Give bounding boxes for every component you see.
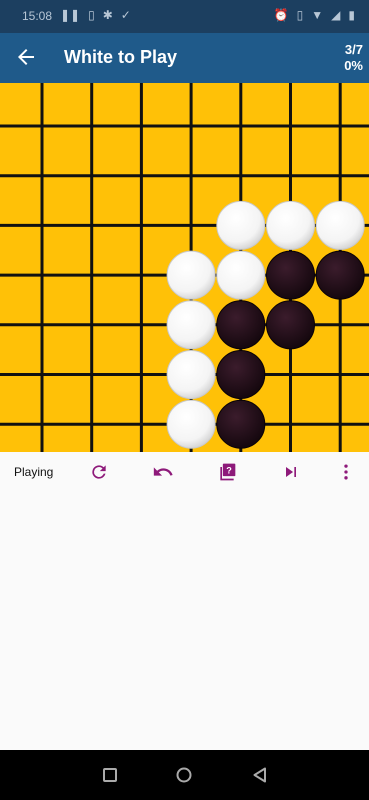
undo-button[interactable] bbox=[151, 460, 175, 484]
status-bar: 15:08 ❚❚ ▯ ✱ ✓ ⏰ ▯ ▼ ◢ ▮ bbox=[0, 0, 369, 33]
more-options-button[interactable] bbox=[334, 460, 358, 484]
pause-icon: ❚❚ bbox=[60, 8, 81, 22]
status-notification-icons: ❚❚ ▯ ✱ ✓ bbox=[60, 8, 131, 22]
problem-count: 3/7 bbox=[344, 42, 363, 57]
home-icon bbox=[176, 767, 192, 783]
white-stone bbox=[166, 300, 216, 350]
nav-back-button[interactable] bbox=[250, 765, 270, 785]
back-icon bbox=[253, 767, 266, 783]
app-bar: White to Play 3/7 0% bbox=[0, 33, 369, 83]
home-button[interactable] bbox=[174, 765, 194, 785]
status-time: 15:08 bbox=[22, 9, 53, 23]
recents-icon bbox=[103, 768, 117, 782]
white-stone bbox=[216, 200, 266, 250]
signal-icon: ◢ bbox=[331, 8, 341, 22]
refresh-button[interactable] bbox=[87, 460, 111, 484]
board-canvas[interactable] bbox=[0, 83, 369, 476]
black-stone bbox=[216, 350, 266, 399]
game-status: Playing bbox=[14, 465, 54, 479]
black-stone bbox=[266, 300, 315, 350]
black-stone bbox=[266, 250, 315, 300]
wifi-icon: ▼ bbox=[311, 8, 324, 22]
content-area bbox=[0, 492, 369, 750]
hint-button[interactable]: ? bbox=[215, 460, 239, 484]
white-stone bbox=[266, 200, 315, 250]
check-icon: ✓ bbox=[120, 8, 131, 22]
svg-text:?: ? bbox=[226, 466, 232, 476]
pinwheel-icon: ✱ bbox=[102, 8, 113, 22]
black-stone bbox=[315, 250, 365, 300]
white-stone bbox=[166, 399, 216, 449]
white-stone bbox=[166, 250, 216, 300]
solve-percent: 0% bbox=[344, 58, 363, 73]
skip-next-button[interactable] bbox=[279, 460, 303, 484]
phone-icon: ▯ bbox=[88, 8, 95, 22]
white-stone bbox=[315, 200, 365, 250]
white-stone bbox=[166, 350, 216, 399]
progress-indicator: 3/7 0% bbox=[344, 42, 363, 74]
undo-icon bbox=[153, 467, 173, 476]
white-stone bbox=[216, 250, 266, 300]
black-stone bbox=[216, 399, 266, 449]
page-title: White to Play bbox=[64, 47, 178, 67]
hint-icon: ? bbox=[220, 463, 236, 481]
game-toolbar: Playing ? bbox=[0, 452, 369, 492]
skip-next-icon bbox=[286, 467, 296, 477]
status-system-icons: ⏰ ▯ ▼ ◢ ▮ bbox=[274, 8, 355, 22]
vibrate-icon: ▯ bbox=[296, 8, 304, 22]
back-arrow-icon[interactable] bbox=[14, 45, 38, 69]
refresh-icon bbox=[92, 465, 106, 479]
go-board[interactable] bbox=[0, 83, 369, 476]
more-vert-icon bbox=[344, 464, 348, 480]
system-nav-bar bbox=[0, 750, 369, 800]
alarm-icon: ⏰ bbox=[273, 8, 289, 22]
recents-button[interactable] bbox=[100, 765, 120, 785]
battery-icon: ▮ bbox=[348, 8, 355, 22]
black-stone bbox=[216, 300, 266, 350]
